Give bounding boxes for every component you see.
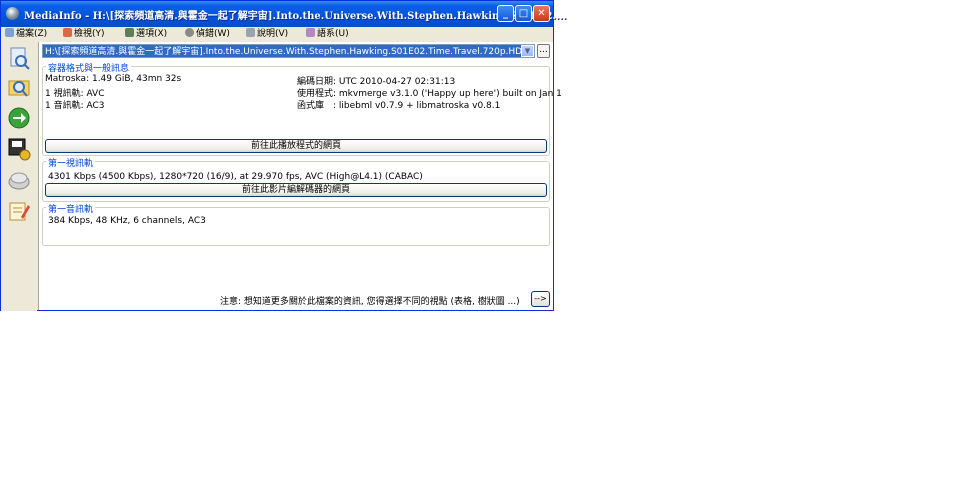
preferences-icon <box>8 172 30 190</box>
info-panel: H:\[探索頻道高清.與霍金一起了解宇宙].Into.the.Universe.… <box>38 42 562 310</box>
player-webpage-button[interactable]: 前往此播放程式的網頁 <box>45 139 547 153</box>
export-icon <box>8 138 31 161</box>
video-section: 第一視訊軌 4301 Kbps (4500 Kbps), 1280*720 (1… <box>42 156 550 202</box>
open-folder-button[interactable] <box>7 75 31 99</box>
mediainfo-window: MediaInfo - H:\[探索頻道高清.與霍金一起了解宇宙].Into.t… <box>0 0 566 311</box>
general-audio-count: 1 音訊軌: AC3 <box>45 101 105 111</box>
file-icon <box>5 28 14 37</box>
open-file-button[interactable] <box>7 46 31 70</box>
menu-file[interactable]: 檔案(Z) <box>5 28 47 41</box>
export-button[interactable] <box>7 137 31 161</box>
notes-button[interactable] <box>7 199 31 223</box>
debug-icon <box>185 28 194 37</box>
view-icon <box>63 28 72 37</box>
video-legend: 第一視訊軌 <box>46 156 96 169</box>
menu-debug[interactable]: 偵錯(W) <box>185 28 230 41</box>
toolbar-sidebar <box>1 42 37 311</box>
window-title: MediaInfo - H:\[探索頻道高清.與霍金一起了解宇宙].Into.t… <box>24 11 567 22</box>
audio-legend: 第一音訊軌 <box>46 202 96 215</box>
maximize-button[interactable]: □ <box>515 5 532 22</box>
video-info-line: 4301 Kbps (4500 Kbps), 1280*720 (16/9), … <box>48 172 423 182</box>
general-container-info: Matroska: 1.49 GiB, 43mn 32s <box>45 74 182 84</box>
notes-icon <box>9 202 30 221</box>
open-folder-search-icon <box>8 80 30 97</box>
general-legend: 容器格式與一般訊息 <box>46 61 132 74</box>
menu-help[interactable]: 說明(V) <box>246 28 288 41</box>
minimize-button[interactable]: _ <box>497 5 514 22</box>
help-icon <box>246 28 255 37</box>
preferences-button[interactable] <box>7 168 31 192</box>
footer-note: 注意: 想知道更多關於此檔案的資訊, 您得選擇不同的視點 (表格, 樹狀圖 ..… <box>220 297 520 307</box>
menu-language[interactable]: 語系(U) <box>306 28 349 41</box>
more-button[interactable]: ... <box>537 44 550 58</box>
file-selector[interactable]: H:\[探索頻道高清.與霍金一起了解宇宙].Into.the.Universe.… <box>42 44 535 58</box>
menu-bar: 檔案(Z) 檢視(Y) 選項(X) 偵錯(W) 說明(V) 語系(U) <box>1 27 553 42</box>
language-icon <box>306 28 315 37</box>
title-bar[interactable]: MediaInfo - H:\[探索頻道高清.與霍金一起了解宇宙].Into.t… <box>1 1 566 27</box>
next-arrow-icon <box>8 107 30 129</box>
options-icon <box>125 28 134 37</box>
audio-info-line: 384 Kbps, 48 KHz, 6 channels, AC3 <box>48 216 206 226</box>
next-view-button[interactable]: --> <box>531 291 550 307</box>
close-button[interactable]: ✕ <box>533 5 550 22</box>
general-library: 函式庫 : libebml v0.7.9 + libmatroska v0.8.… <box>297 101 501 111</box>
menu-view[interactable]: 檢視(Y) <box>63 28 105 41</box>
app-icon[interactable] <box>6 7 19 20</box>
general-section: 容器格式與一般訊息 Matroska: 1.49 GiB, 43mn 32s 1… <box>42 61 562 156</box>
next-button[interactable] <box>7 106 31 130</box>
audio-section: 第一音訊軌 384 Kbps, 48 KHz, 6 channels, AC3 <box>42 202 550 246</box>
menu-options[interactable]: 選項(X) <box>125 28 167 41</box>
chevron-down-icon[interactable]: ▼ <box>521 45 534 57</box>
open-file-icon <box>10 47 30 70</box>
codec-webpage-button[interactable]: 前往此影片編解碼器的網頁 <box>45 183 547 197</box>
